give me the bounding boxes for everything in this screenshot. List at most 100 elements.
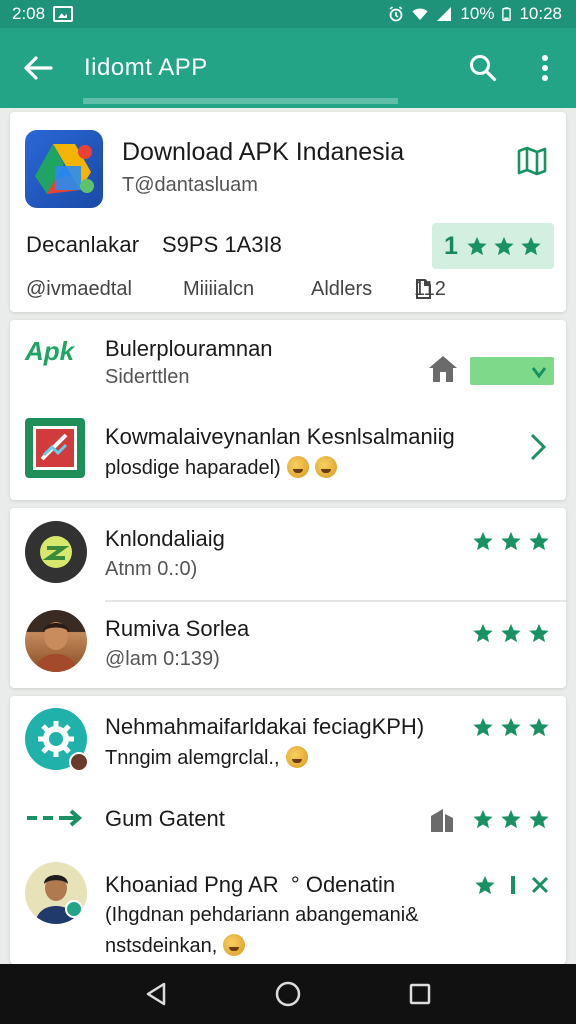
drive-logo-icon — [35, 144, 94, 194]
review-stars — [472, 808, 550, 830]
rating-stars — [466, 235, 542, 257]
mini-avatar — [69, 752, 89, 772]
meta-size: 112 — [414, 278, 446, 300]
check-icon — [531, 367, 547, 379]
star-icon — [529, 531, 549, 551]
app-bar: Iidomt APP — [0, 28, 576, 108]
meta-item: @ivmaedtal — [26, 278, 132, 300]
nav-recents-button[interactable] — [400, 974, 440, 1014]
review-meta: @lam 0:139) — [105, 648, 220, 670]
arrow-dashes-icon — [27, 809, 83, 827]
list-item-subtitle-text: plosdige haparadel) — [105, 457, 281, 479]
review-text: nstsdeinkan, — [105, 934, 246, 958]
home-icon[interactable] — [427, 354, 459, 384]
star-icon — [473, 531, 493, 551]
avatar[interactable] — [25, 610, 87, 672]
star-icon — [529, 717, 549, 737]
apk-badge: Apk — [25, 336, 75, 366]
review-author: Nehmahmaifarldakai feciagKPH) — [105, 714, 425, 739]
battery-percent: 10% — [460, 4, 495, 23]
cry-emoji-icon — [223, 934, 246, 956]
more-vert-icon — [542, 55, 548, 81]
review-author: Rumiva Sorlea — [105, 616, 250, 641]
app-name: Download APK Indanesia — [122, 138, 405, 166]
building-icon — [431, 809, 453, 832]
nav-back-button[interactable] — [136, 974, 176, 1014]
search-icon — [470, 55, 497, 82]
star-icon — [501, 717, 521, 737]
review-stars — [472, 716, 550, 738]
review-meta: Atnm 0.:0) — [105, 558, 198, 580]
app-bar-title: Iidomt APP — [84, 54, 208, 81]
star-icon — [501, 623, 521, 643]
image-notification-icon — [53, 6, 74, 22]
close-icon[interactable] — [530, 875, 550, 895]
star-icon — [473, 623, 493, 643]
avatar[interactable] — [25, 862, 87, 924]
app-meta-row: @ivmaedtal Miiiialcn Aldlers 112 — [26, 278, 546, 308]
app-header-card: Download APK Indanesia T@dantasluam Deca… — [10, 112, 566, 312]
status-clock: 10:28 — [519, 4, 562, 23]
grin-emoji-icon — [286, 456, 309, 478]
avatar[interactable] — [25, 521, 87, 583]
divider — [105, 600, 566, 602]
status-time: 2:08 — [12, 4, 46, 23]
star-icon — [475, 875, 495, 895]
cry-emoji-icon — [314, 456, 337, 478]
meta-size-value: 112 — [414, 278, 446, 300]
app-developer[interactable]: T@dantasluam — [122, 174, 258, 197]
avatar-logo-icon — [40, 536, 72, 568]
user-photo-icon — [35, 622, 77, 672]
wifi-icon — [412, 8, 428, 20]
more-options-button[interactable] — [514, 28, 576, 108]
no-image-icon — [40, 433, 68, 461]
title-underline — [83, 98, 398, 104]
review-meta: Tnngim alemgrclal., — [105, 746, 308, 770]
star-icon — [501, 531, 521, 551]
divider-bar-icon — [511, 876, 515, 894]
review-stars — [472, 622, 550, 644]
review-stars — [474, 874, 550, 896]
triangle-back-icon — [146, 982, 166, 1006]
signal-icon — [437, 7, 452, 21]
review-author: Khoaniad Png AR ° Odenatin — [105, 872, 396, 897]
download-count: S9PS 1A3I8 — [162, 232, 282, 257]
rating-badge[interactable]: 1 — [432, 223, 554, 269]
system-nav-bar — [0, 964, 576, 1024]
circle-home-icon — [275, 981, 301, 1007]
meta-item: Aldlers — [311, 278, 373, 300]
alarm-icon — [389, 6, 403, 22]
star-icon — [467, 236, 487, 256]
square-recents-icon — [409, 983, 431, 1005]
review-stars — [472, 530, 550, 552]
feature-thumbnail — [25, 418, 85, 478]
app-logo[interactable] — [25, 130, 103, 208]
avatar[interactable] — [25, 708, 89, 772]
star-icon — [529, 809, 549, 829]
map-bookmark-icon — [517, 146, 547, 176]
arrow-back-icon — [24, 56, 53, 80]
list-item-title: Bulerplouramnan — [105, 336, 273, 361]
back-button[interactable] — [0, 28, 76, 108]
list-item-title: Kowmalaiveynanlan Kesnlsalmaniig — [105, 424, 455, 449]
list-item-subtitle: Siderttlen — [105, 366, 190, 388]
nav-home-button[interactable] — [268, 974, 308, 1014]
reviews-card: Knlondaliaig Atnm 0.:0) Rumiva Sorlea @l… — [10, 508, 566, 688]
smile-emoji-icon — [285, 746, 308, 768]
review-meta-text: Tnngim alemgrclal., — [105, 747, 280, 769]
chevron-right-icon[interactable] — [528, 432, 548, 462]
info-card: Apk Bulerplouramnan Siderttlen Kowmalaiv… — [10, 320, 566, 500]
download-label: Decanlakar — [26, 232, 140, 257]
rating-value: 1 — [444, 231, 458, 260]
star-icon — [473, 717, 493, 737]
star-icon — [521, 236, 541, 256]
list-item-title: Gum Gatent — [105, 806, 225, 831]
battery-icon — [502, 7, 512, 21]
list-item-subtitle: plosdige haparadel) — [105, 456, 337, 480]
toggle-switch[interactable] — [470, 357, 554, 385]
meta-item: Miiiialcn — [183, 278, 255, 300]
wishlist-button[interactable] — [516, 146, 550, 180]
review-author: Knlondaliaig — [105, 526, 225, 551]
search-button[interactable] — [452, 28, 514, 108]
review-text-line: nstsdeinkan, — [105, 935, 218, 957]
